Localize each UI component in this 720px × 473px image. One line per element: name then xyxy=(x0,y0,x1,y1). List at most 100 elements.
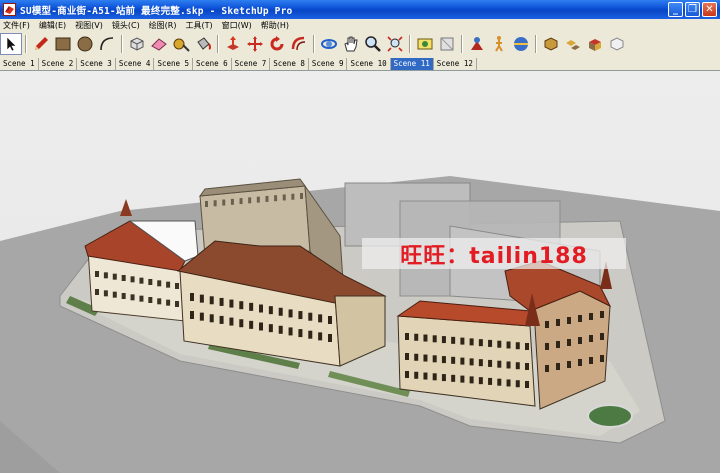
make-component-tool-button[interactable] xyxy=(126,33,148,55)
building-window xyxy=(278,325,283,334)
building-window xyxy=(229,317,234,326)
building-window xyxy=(265,195,269,202)
rotate-tool-button[interactable] xyxy=(266,33,288,55)
scene-tab-8[interactable]: Scene 8 xyxy=(270,58,309,70)
building-window xyxy=(414,371,419,379)
scene-tab-5[interactable]: Scene 5 xyxy=(154,58,194,70)
building-window xyxy=(432,373,437,381)
eraser-icon xyxy=(151,38,167,51)
building-window xyxy=(139,295,144,302)
orbit-tool-button[interactable] xyxy=(318,33,340,55)
building-window xyxy=(308,330,313,339)
title-bar[interactable]: SU模型-商业街-A51-站前 最终完整.skp - SketchUp Pro … xyxy=(0,0,720,19)
building-window xyxy=(423,354,428,362)
building-window xyxy=(175,301,179,307)
building-window xyxy=(589,357,593,364)
zoom-tool-button[interactable] xyxy=(362,33,384,55)
pencil-tool-button[interactable] xyxy=(30,33,52,55)
scene-tab-9[interactable]: Scene 9 xyxy=(309,58,348,70)
scene-tab-10[interactable]: Scene 10 xyxy=(347,58,391,70)
building-window xyxy=(545,365,549,372)
sketchup-app-icon xyxy=(3,3,16,16)
section-plane-icon xyxy=(544,37,558,51)
tape-measure-icon xyxy=(173,38,190,52)
google-earth-icon xyxy=(417,38,433,50)
google-earth-tool-button[interactable] xyxy=(414,33,436,55)
watermark-label: 旺旺：tailin188 xyxy=(362,238,626,269)
arc-tool-button[interactable] xyxy=(96,33,118,55)
building-window xyxy=(112,291,117,298)
menu-draw[interactable]: 绘图(R) xyxy=(146,20,183,31)
toolbar-separator xyxy=(25,35,27,53)
building-window xyxy=(497,340,502,348)
arc-icon xyxy=(100,37,114,51)
push-pull-tool-button[interactable] xyxy=(222,33,244,55)
pan-tool-button[interactable] xyxy=(340,33,362,55)
components-browser-tool-button[interactable] xyxy=(562,33,584,55)
building-window xyxy=(460,375,465,383)
offset-icon xyxy=(291,36,306,51)
building-window xyxy=(556,319,560,326)
minimize-button[interactable]: _ xyxy=(668,2,683,17)
restore-button[interactable]: ❐ xyxy=(685,2,700,17)
eraser-tool-button[interactable] xyxy=(148,33,170,55)
paint-bucket-tool-button[interactable] xyxy=(192,33,214,55)
menu-view[interactable]: 视图(V) xyxy=(72,20,109,31)
hand-icon xyxy=(344,36,358,52)
circle-tool-button[interactable] xyxy=(74,33,96,55)
scene-tab-3[interactable]: Scene 3 xyxy=(77,58,116,70)
menu-tools[interactable]: 工具(T) xyxy=(183,20,219,31)
rectangle-tool-button[interactable] xyxy=(52,33,74,55)
section-plane-tool-button[interactable] xyxy=(540,33,562,55)
model-viewport[interactable]: 旺旺：tailin188 xyxy=(0,71,720,473)
toolbar-separator xyxy=(121,35,123,53)
rectangle-icon xyxy=(55,37,71,51)
scene-tab-4[interactable]: Scene 4 xyxy=(116,58,155,70)
arrow-cursor-icon xyxy=(6,36,17,52)
building-window xyxy=(451,336,456,344)
building-window xyxy=(259,322,263,331)
look-around-tool-button[interactable] xyxy=(510,33,532,55)
building-window xyxy=(432,355,437,363)
materials-browser-tool-button[interactable] xyxy=(584,33,606,55)
move-tool-button[interactable] xyxy=(244,33,266,55)
menu-edit[interactable]: 编辑(E) xyxy=(36,20,72,31)
building-window xyxy=(318,332,323,341)
toolbar-separator xyxy=(217,35,219,53)
scene-tab-7[interactable]: Scene 7 xyxy=(232,58,271,70)
window-controls: _ ❐ ✕ xyxy=(668,2,717,17)
scene-tab-1[interactable]: Scene 1 xyxy=(0,58,39,70)
building-window xyxy=(589,313,593,320)
share-model-tool-button[interactable] xyxy=(606,33,628,55)
building-window xyxy=(166,281,171,288)
share-model-icon xyxy=(610,37,624,51)
scene-tab-2[interactable]: Scene 2 xyxy=(39,58,78,70)
menu-window[interactable]: 窗口(W) xyxy=(219,20,258,31)
select-tool-button[interactable] xyxy=(0,33,22,55)
building-window xyxy=(121,293,126,299)
offset-tool-button[interactable] xyxy=(288,33,310,55)
building-window xyxy=(239,198,243,205)
building-window xyxy=(545,321,549,328)
window-title: SU模型-商业街-A51-站前 最终完整.skp - SketchUp Pro xyxy=(20,5,293,17)
building-window xyxy=(423,334,428,342)
zoom-extents-tool-button[interactable] xyxy=(384,33,406,55)
scene-tab-6[interactable]: Scene 6 xyxy=(193,58,232,70)
position-camera-tool-button[interactable] xyxy=(466,33,488,55)
building-window xyxy=(112,273,117,280)
building-window xyxy=(288,327,293,336)
get-models-tool-button[interactable] xyxy=(436,33,458,55)
walk-tool-button[interactable] xyxy=(488,33,510,55)
pencil-icon xyxy=(35,37,48,50)
model-scene xyxy=(0,71,720,473)
close-button[interactable]: ✕ xyxy=(702,2,717,17)
building-window xyxy=(308,312,313,321)
toolbar-separator xyxy=(409,35,411,53)
menu-camera[interactable]: 镜头(C) xyxy=(109,20,146,31)
building-window xyxy=(405,333,409,340)
menu-file[interactable]: 文件(F) xyxy=(0,20,36,31)
scene-tab-12[interactable]: Scene 12 xyxy=(434,58,477,70)
menu-help[interactable]: 帮助(H) xyxy=(258,20,295,31)
tape-measure-tool-button[interactable] xyxy=(170,33,192,55)
scene-tab-11[interactable]: Scene 11 xyxy=(390,58,434,70)
